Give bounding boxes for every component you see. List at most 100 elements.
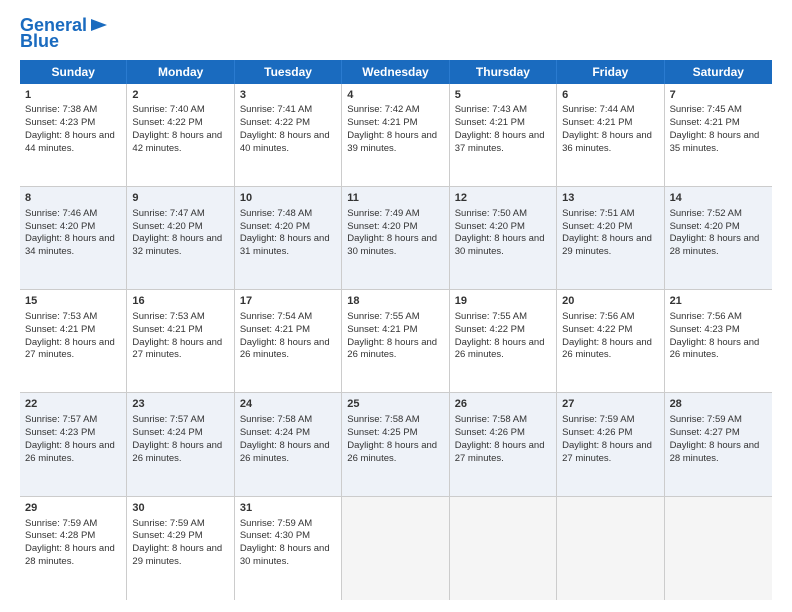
sunrise: Sunrise: 7:59 AM <box>562 414 634 425</box>
calendar-week-5: 29Sunrise: 7:59 AMSunset: 4:28 PMDayligh… <box>20 497 772 600</box>
sunrise: Sunrise: 7:48 AM <box>240 208 312 219</box>
daylight: Daylight: 8 hours and 26 minutes. <box>347 337 437 361</box>
daylight: Daylight: 8 hours and 26 minutes. <box>240 337 330 361</box>
daylight: Daylight: 8 hours and 36 minutes. <box>562 130 652 154</box>
header-day-thursday: Thursday <box>450 60 557 84</box>
calendar-cell-19: 19Sunrise: 7:55 AMSunset: 4:22 PMDayligh… <box>450 290 557 392</box>
daylight: Daylight: 8 hours and 30 minutes. <box>455 233 545 257</box>
sunrise: Sunrise: 7:55 AM <box>347 311 419 322</box>
day-number: 5 <box>455 88 551 103</box>
sunset: Sunset: 4:20 PM <box>132 221 202 232</box>
calendar-cell-1: 1Sunrise: 7:38 AMSunset: 4:23 PMDaylight… <box>20 84 127 186</box>
calendar-cell-4: 4Sunrise: 7:42 AMSunset: 4:21 PMDaylight… <box>342 84 449 186</box>
calendar-cell-30: 30Sunrise: 7:59 AMSunset: 4:29 PMDayligh… <box>127 497 234 600</box>
calendar-cell-17: 17Sunrise: 7:54 AMSunset: 4:21 PMDayligh… <box>235 290 342 392</box>
day-number: 9 <box>132 191 228 206</box>
calendar-cell-14: 14Sunrise: 7:52 AMSunset: 4:20 PMDayligh… <box>665 187 772 289</box>
daylight: Daylight: 8 hours and 39 minutes. <box>347 130 437 154</box>
sunrise: Sunrise: 7:47 AM <box>132 208 204 219</box>
sunset: Sunset: 4:22 PM <box>240 117 310 128</box>
day-number: 31 <box>240 501 336 516</box>
calendar-cell-12: 12 Sunrise: 7:50 AM Sunset: 4:20 PMDayligh… <box>450 187 557 289</box>
sunrise: Sunrise: 7:53 AM <box>25 311 97 322</box>
sunrise: Sunrise: 7:56 AM <box>562 311 634 322</box>
sunset: Sunset: 4:23 PM <box>670 324 740 335</box>
sunrise: Sunrise: 7:40 AM <box>132 104 204 115</box>
sunrise: Sunrise: 7:43 AM <box>455 104 527 115</box>
day-number: 3 <box>240 88 336 103</box>
daylight: Daylight: 8 hours and 29 minutes. <box>132 543 222 567</box>
calendar-cell-empty <box>557 497 664 600</box>
calendar-cell-6: 6Sunrise: 7:44 AMSunset: 4:21 PMDaylight… <box>557 84 664 186</box>
daylight: Daylight: 8 hours and 27 minutes. <box>455 440 545 464</box>
calendar-cell-10: 10Sunrise: 7:48 AMSunset: 4:20 PMDayligh… <box>235 187 342 289</box>
sunset: Sunset: 4:21 PM <box>347 324 417 335</box>
daylight: Daylight: 8 hours and 35 minutes. <box>670 130 760 154</box>
day-number: 2 <box>132 88 228 103</box>
calendar-cell-empty <box>342 497 449 600</box>
sunset: Sunset: 4:22 PM <box>562 324 632 335</box>
daylight: Daylight: 8 hours and 28 minutes. <box>25 543 115 567</box>
calendar-cell-29: 29Sunrise: 7:59 AMSunset: 4:28 PMDayligh… <box>20 497 127 600</box>
calendar-cell-9: 9Sunrise: 7:47 AMSunset: 4:20 PMDaylight… <box>127 187 234 289</box>
calendar-cell-empty <box>665 497 772 600</box>
daylight: Daylight: 8 hours and 31 minutes. <box>240 233 330 257</box>
sunset: Sunset: 4:26 PM <box>562 427 632 438</box>
sunrise: Sunrise: 7:58 AM <box>240 414 312 425</box>
calendar-week-1: 1Sunrise: 7:38 AMSunset: 4:23 PMDaylight… <box>20 84 772 187</box>
calendar: SundayMondayTuesdayWednesdayThursdayFrid… <box>20 60 772 600</box>
daylight: Daylight: 8 hours and 34 minutes. <box>25 233 115 257</box>
sunset: Sunset: 4:29 PM <box>132 530 202 541</box>
daylight: Daylight: 8 hours and 26 minutes. <box>347 440 437 464</box>
day-number: 12 <box>455 191 551 206</box>
calendar-cell-3: 3Sunrise: 7:41 AMSunset: 4:22 PMDaylight… <box>235 84 342 186</box>
calendar-week-4: 22Sunrise: 7:57 AMSunset: 4:23 PMDayligh… <box>20 393 772 496</box>
calendar-cell-5: 5Sunrise: 7:43 AM Sunset: 4:21 PM Daylight… <box>450 84 557 186</box>
logo-blue-text: Blue <box>20 32 59 52</box>
daylight: Daylight: 8 hours and 26 minutes. <box>240 440 330 464</box>
calendar-cell-23: 23Sunrise: 7:57 AMSunset: 4:24 PMDayligh… <box>127 393 234 495</box>
sunset: Sunset: 4:21 PM <box>670 117 740 128</box>
sunrise: Sunrise: 7:59 AM <box>240 518 312 529</box>
sunset: Sunset: 4:21 PM <box>455 117 525 128</box>
sunset: Sunset: 4:20 PM <box>455 221 525 232</box>
calendar-cell-13: 13Sunrise: 7:51 AMSunset: 4:20 PMDayligh… <box>557 187 664 289</box>
sunset: Sunset: 4:23 PM <box>25 427 95 438</box>
sunrise: Sunrise: 7:51 AM <box>562 208 634 219</box>
sunset: Sunset: 4:21 PM <box>240 324 310 335</box>
sunrise: Sunrise: 7:44 AM <box>562 104 634 115</box>
calendar-cell-31: 31Sunrise: 7:59 AMSunset: 4:30 PMDayligh… <box>235 497 342 600</box>
sunrise: Sunrise: 7:52 AM <box>670 208 742 219</box>
daylight: Daylight: 8 hours and 27 minutes. <box>562 440 652 464</box>
day-number: 19 <box>455 294 551 309</box>
calendar-page: General Blue SundayMondayTuesdayWednesda… <box>0 0 792 612</box>
sunrise: Sunrise: 7:50 AM <box>455 208 527 219</box>
calendar-cell-28: 28Sunrise: 7:59 AMSunset: 4:27 PMDayligh… <box>665 393 772 495</box>
sunset: Sunset: 4:24 PM <box>132 427 202 438</box>
sunrise: Sunrise: 7:58 AM <box>347 414 419 425</box>
page-header: General Blue <box>20 16 772 52</box>
daylight: Daylight: 8 hours and 28 minutes. <box>670 440 760 464</box>
calendar-cell-21: 21Sunrise: 7:56 AMSunset: 4:23 PMDayligh… <box>665 290 772 392</box>
daylight: Daylight: 8 hours and 28 minutes. <box>670 233 760 257</box>
sunset: Sunset: 4:20 PM <box>347 221 417 232</box>
daylight: Daylight: 8 hours and 37 minutes. <box>455 130 545 154</box>
calendar-cell-8: 8Sunrise: 7:46 AMSunset: 4:20 PMDaylight… <box>20 187 127 289</box>
day-number: 28 <box>670 397 767 412</box>
calendar-cell-20: 20Sunrise: 7:56 AMSunset: 4:22 PMDayligh… <box>557 290 664 392</box>
day-number: 21 <box>670 294 767 309</box>
daylight: Daylight: 8 hours and 26 minutes. <box>455 337 545 361</box>
daylight: Daylight: 8 hours and 26 minutes. <box>562 337 652 361</box>
logo-arrow-icon <box>89 15 109 35</box>
daylight: Daylight: 8 hours and 30 minutes. <box>347 233 437 257</box>
header-day-saturday: Saturday <box>665 60 772 84</box>
daylight: Daylight: 8 hours and 27 minutes. <box>25 337 115 361</box>
day-number: 4 <box>347 88 443 103</box>
sunrise: Sunrise: 7:55 AM <box>455 311 527 322</box>
daylight: Daylight: 8 hours and 29 minutes. <box>562 233 652 257</box>
sunset: Sunset: 4:25 PM <box>347 427 417 438</box>
sunrise: Sunrise: 7:56 AM <box>670 311 742 322</box>
day-number: 14 <box>670 191 767 206</box>
header-day-wednesday: Wednesday <box>342 60 449 84</box>
calendar-week-2: 8Sunrise: 7:46 AMSunset: 4:20 PMDaylight… <box>20 187 772 290</box>
